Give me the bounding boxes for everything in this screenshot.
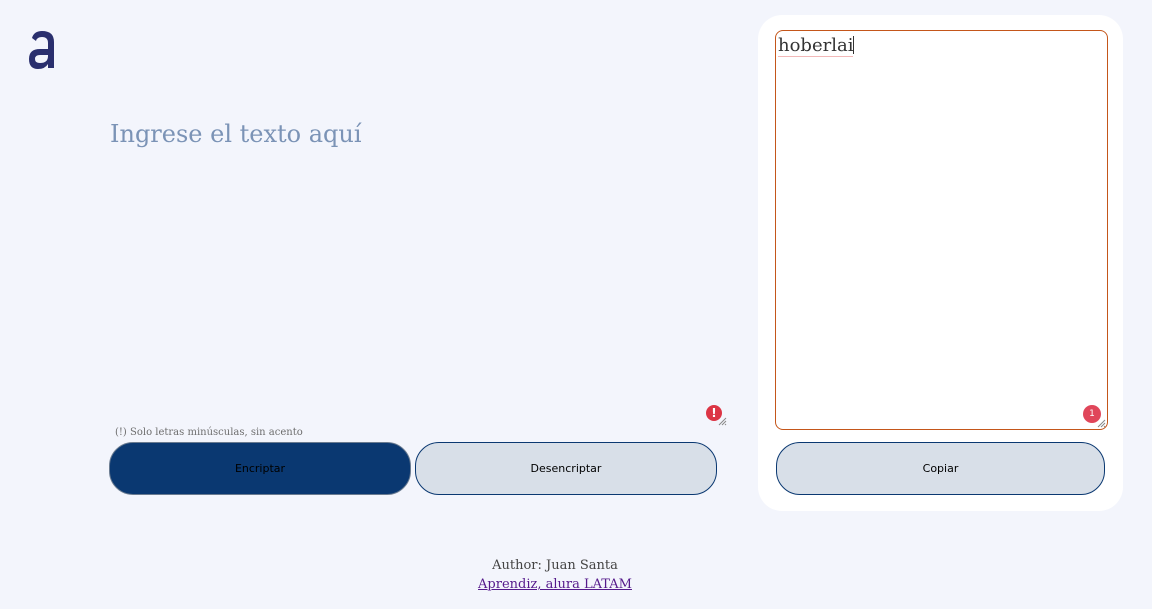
resize-handle-icon[interactable] — [717, 416, 727, 426]
alura-logo-icon — [29, 31, 54, 69]
footer: Author: Juan Santa Aprendiz, alura LATAM — [0, 556, 1110, 594]
footer-author: Author: Juan Santa — [492, 558, 618, 573]
text-caret — [853, 36, 855, 54]
text-input[interactable] — [110, 120, 730, 426]
input-hint: (!) Solo letras minúsculas, sin acento — [115, 427, 303, 438]
encrypt-button[interactable]: Encriptar — [109, 442, 411, 495]
output-text: hoberlai — [778, 35, 854, 57]
decrypt-button[interactable]: Desencriptar — [415, 442, 717, 495]
resize-handle-icon[interactable] — [1096, 418, 1106, 428]
output-textarea[interactable]: hoberlai — [775, 30, 1108, 430]
copy-button[interactable]: Copiar — [776, 442, 1105, 495]
footer-link[interactable]: Aprendiz, alura LATAM — [478, 577, 632, 592]
